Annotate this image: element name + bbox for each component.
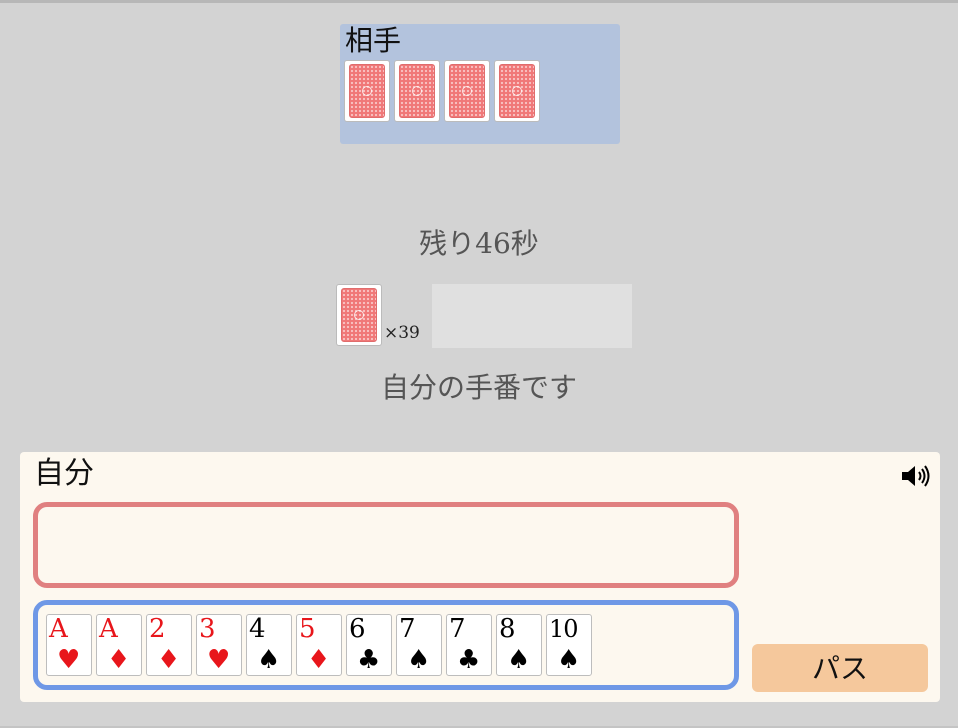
turn-message: 自分の手番です xyxy=(380,371,577,404)
card-rank: A xyxy=(99,614,118,644)
card-suit: ♠ xyxy=(557,645,581,675)
card-rank: 2 xyxy=(149,614,166,644)
card-suit: ♠ xyxy=(507,645,531,675)
card-suit: ♥ xyxy=(57,645,81,675)
card-rank: 4 xyxy=(249,614,266,644)
hand-area: A ♥ A ♦ 2 ♦ 3 ♥ 4 ♠ 5 ♦ 6 ♣ 7 ♠ 7 ♣ 8 ♠ 10 ♠ xyxy=(33,600,739,690)
card-rank: 7 xyxy=(399,614,416,644)
card-rank: 5 xyxy=(299,614,316,644)
card-suit: ♦ xyxy=(307,645,331,675)
card-rank: A xyxy=(49,614,68,644)
opponent-label: 相手 xyxy=(345,24,402,57)
card-suit: ♦ xyxy=(107,645,131,675)
opponent-card-back xyxy=(494,60,540,122)
player-hand: A ♥ A ♦ 2 ♦ 3 ♥ 4 ♠ 5 ♦ 6 ♣ 7 ♠ 7 ♣ 8 ♠ 10 ♠ xyxy=(46,614,592,676)
opponent-card-back xyxy=(344,60,390,122)
hand-card[interactable]: 7 ♣ xyxy=(446,614,492,676)
discard-field xyxy=(432,284,632,348)
card-suit: ♥ xyxy=(207,645,231,675)
top-border xyxy=(0,0,958,3)
hand-card[interactable]: 7 ♠ xyxy=(396,614,442,676)
player-label: 自分 xyxy=(34,456,94,491)
player-panel: 自分 A ♥ A ♦ 2 ♦ 3 ♥ 4 ♠ 5 ♦ 6 ♣ 7 ♠ 7 ♣ 8 ♠ 10 ♠ パス xyxy=(20,452,940,702)
draw-pile[interactable] xyxy=(336,284,382,346)
speaker-icon[interactable] xyxy=(900,464,932,488)
card-back[interactable] xyxy=(336,284,382,346)
card-suit: ♣ xyxy=(457,645,481,675)
hand-card[interactable]: 8 ♠ xyxy=(496,614,542,676)
timer-text: 残り46秒 xyxy=(419,227,539,260)
hand-card[interactable]: A ♥ xyxy=(46,614,92,676)
card-suit: ♣ xyxy=(357,645,381,675)
card-rank: 6 xyxy=(349,614,366,644)
hand-card[interactable]: 5 ♦ xyxy=(296,614,342,676)
card-rank: 8 xyxy=(499,614,516,644)
card-suit: ♠ xyxy=(257,645,281,675)
opponent-card-back xyxy=(394,60,440,122)
hand-card[interactable]: 2 ♦ xyxy=(146,614,192,676)
card-rank: 10 xyxy=(549,615,579,643)
hand-card[interactable]: 4 ♠ xyxy=(246,614,292,676)
opponent-panel: 相手 xyxy=(340,24,620,144)
card-rank: 3 xyxy=(199,614,216,644)
card-suit: ♠ xyxy=(407,645,431,675)
opponent-card-back xyxy=(444,60,490,122)
opponent-hand xyxy=(344,60,540,122)
deck-count: ×39 xyxy=(384,323,420,343)
hand-card[interactable]: 3 ♥ xyxy=(196,614,242,676)
play-area[interactable] xyxy=(33,502,739,588)
hand-card[interactable]: A ♦ xyxy=(96,614,142,676)
hand-card[interactable]: 6 ♣ xyxy=(346,614,392,676)
card-rank: 7 xyxy=(449,614,466,644)
pass-button[interactable]: パス xyxy=(752,644,928,692)
card-suit: ♦ xyxy=(157,645,181,675)
hand-card[interactable]: 10 ♠ xyxy=(546,614,592,676)
